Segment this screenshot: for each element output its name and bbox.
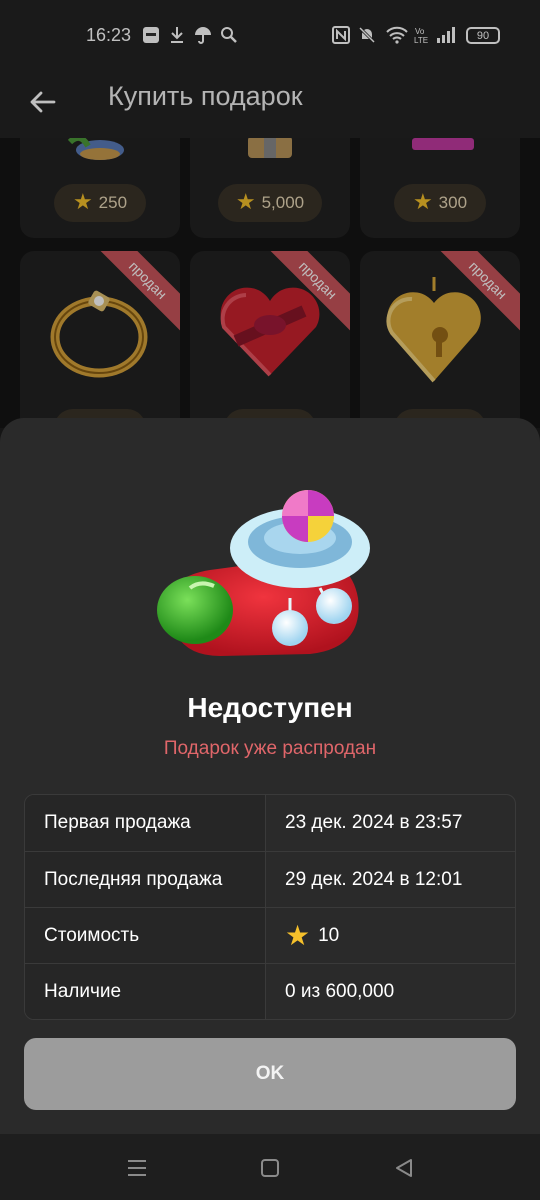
table-row: Последняя продажа 29 дек. 2024 в 12:01	[25, 851, 515, 907]
row-value-price: ★ 10	[266, 908, 515, 963]
row-value: 0 из 600,000	[285, 980, 395, 1002]
gift-card[interactable]: ★ 250	[20, 138, 180, 238]
ok-button[interactable]: OK	[24, 1038, 516, 1110]
umbrella-icon	[194, 24, 212, 46]
arrow-left-icon	[30, 91, 56, 113]
table-row: Стоимость ★ 10	[25, 907, 515, 963]
back-triangle-icon	[396, 1159, 412, 1177]
price-badge: ★ 300	[394, 184, 486, 222]
gift-image	[248, 138, 292, 158]
page-title: Купить подарок	[108, 81, 303, 111]
gift-image	[412, 138, 474, 150]
home-square-icon	[261, 1159, 279, 1177]
status-bar: 16:23 Vo LTE 90	[0, 0, 540, 72]
star-icon: ★	[72, 190, 93, 215]
ring-icon	[50, 290, 148, 378]
row-label: Наличие	[25, 964, 266, 1019]
table-row: Наличие 0 из 600,000	[25, 963, 515, 1019]
gift-card-sold[interactable]: продан ★	[360, 251, 520, 428]
price-value: 10	[318, 924, 340, 946]
gift-card-sold[interactable]: продан ★	[190, 251, 350, 428]
gift-grid: ★250 ★5,000 ★300 продан ★ продан	[0, 138, 540, 428]
gift-card[interactable]: ★ 300	[360, 138, 520, 238]
status-time: 16:23	[86, 25, 132, 45]
gift-info-table: Первая продажа 23 дек. 2024 в 23:57 Посл…	[24, 794, 516, 1020]
download-icon	[168, 24, 186, 46]
row-label: Первая продажа	[25, 795, 266, 851]
row-label: Стоимость	[25, 908, 266, 963]
bell-off-icon	[358, 24, 376, 46]
back-nav-button[interactable]	[390, 1154, 418, 1182]
gift-card-sold[interactable]: продан ★	[20, 251, 180, 428]
star-icon: ★	[412, 190, 433, 215]
svg-text:LTE: LTE	[414, 36, 428, 44]
search-icon	[220, 24, 238, 46]
table-row: Первая продажа 23 дек. 2024 в 23:57	[25, 795, 515, 851]
signal-icon	[436, 24, 458, 46]
wifi-icon	[386, 24, 408, 46]
app-bar: Купить подарок	[0, 72, 540, 138]
home-nav-button[interactable]	[256, 1154, 284, 1182]
svg-text:Vo: Vo	[415, 27, 425, 36]
menu-nav-button[interactable]	[123, 1154, 151, 1182]
app-notification-icon	[142, 24, 160, 46]
sold-out-message: Подарок уже распродан	[163, 738, 377, 759]
price-badge: ★ 5,000	[218, 184, 322, 222]
system-nav-bar	[0, 1134, 540, 1200]
battery-icon: 90	[466, 27, 500, 44]
price-badge: ★ 250	[54, 184, 146, 222]
star-icon: ★	[235, 190, 256, 215]
gift-details-sheet: Недоступен Подарок уже распродан Первая …	[0, 418, 540, 1134]
gift-card[interactable]: ★ 5,000	[190, 138, 350, 238]
boot-gift-image	[157, 490, 370, 656]
menu-icon	[128, 1160, 146, 1176]
volte-icon: Vo LTE	[414, 24, 430, 46]
gift-image	[67, 138, 124, 160]
row-value: 23 дек. 2024 в 23:57	[285, 812, 463, 833]
nfc-icon	[332, 24, 350, 46]
heart-locket-icon	[386, 277, 481, 383]
heart-gift-icon	[220, 287, 320, 377]
row-value: 29 дек. 2024 в 12:01	[285, 868, 463, 890]
back-button[interactable]	[22, 82, 62, 122]
star-icon: ★	[285, 918, 311, 952]
row-label: Последняя продажа	[25, 852, 266, 907]
sheet-title: Недоступен	[187, 692, 353, 723]
